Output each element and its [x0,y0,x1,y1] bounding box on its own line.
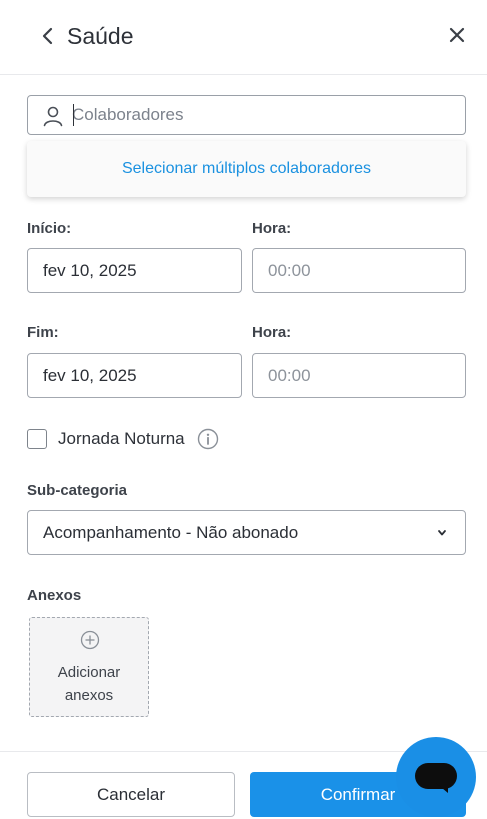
chevron-left-icon [42,27,53,45]
close-icon [449,27,465,43]
start-date-label: Início: [27,220,72,237]
subcategory-select[interactable]: Acompanhamento - Não abonado [27,510,466,555]
add-attachments-line2: anexos [64,687,114,704]
night-shift-label: Jornada Noturna [58,429,185,448]
text-caret [73,104,74,126]
chevron-down-icon [438,530,446,536]
chat-button[interactable] [396,737,476,817]
back-button[interactable] [36,22,60,50]
add-attachments-line1: Adicionar [57,664,121,681]
night-shift-checkbox[interactable] [27,429,47,449]
collaborators-search[interactable] [27,95,466,135]
header: Saúde [0,0,487,75]
collaborators-input[interactable] [72,96,452,134]
end-date-label: Fim: [27,324,59,341]
start-date-value: fev 10, 2025 [43,260,137,280]
cancel-button[interactable]: Cancelar [27,772,235,817]
start-time-field[interactable]: 00:00 [252,248,466,293]
subcategory-label: Sub-categoria [27,482,128,499]
page-title: Saúde [67,23,134,49]
attachments-label: Anexos [27,587,82,604]
end-time-placeholder: 00:00 [268,365,311,385]
info-icon[interactable] [197,428,219,450]
select-multiple-collaborators-option[interactable]: Selecionar múltiplos colaboradores [122,160,371,178]
end-time-field[interactable]: 00:00 [252,353,466,398]
end-date-value: fev 10, 2025 [43,365,137,385]
night-shift-row: Jornada Noturna [27,427,219,451]
close-button[interactable] [444,22,470,48]
chat-icon-tail [436,783,448,793]
start-time-placeholder: 00:00 [268,260,311,280]
start-date-field[interactable]: fev 10, 2025 [27,248,242,293]
add-attachments-button[interactable]: Adicionar anexos [29,617,149,717]
user-icon [43,106,63,127]
subcategory-selected-value: Acompanhamento - Não abonado [43,522,299,542]
start-time-label: Hora: [252,220,292,237]
end-date-field[interactable]: fev 10, 2025 [27,353,242,398]
plus-circle-icon [80,630,100,650]
end-time-label: Hora: [252,324,292,341]
collaborators-dropdown: Selecionar múltiplos colaboradores [27,141,466,197]
add-attachments-label: Adicionar anexos [30,661,148,707]
